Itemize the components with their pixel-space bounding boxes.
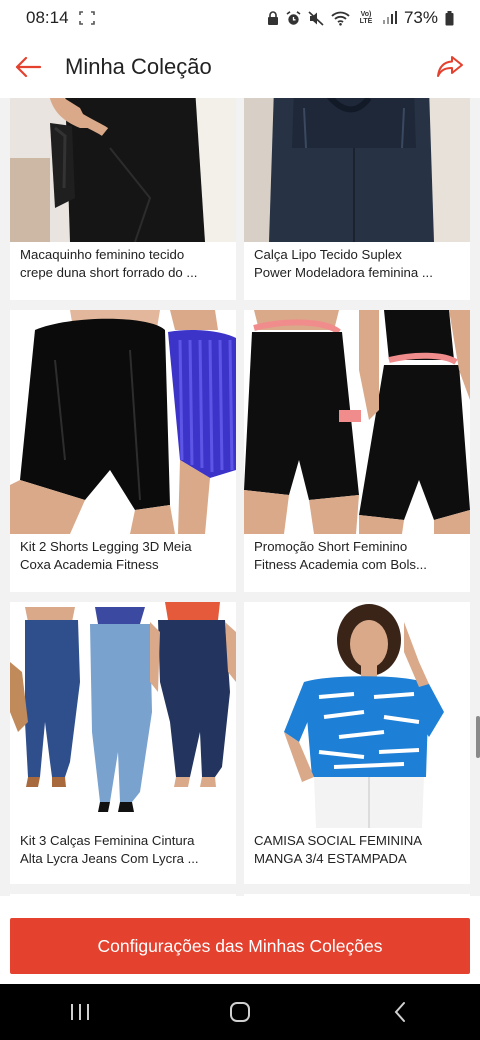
home-icon xyxy=(230,1002,250,1022)
bottom-action-area: Configurações das Minhas Coleções xyxy=(0,896,480,984)
product-title-line2: MANGA 3/4 ESTAMPADA xyxy=(254,851,407,866)
signal-icon xyxy=(382,11,397,24)
product-card[interactable]: CAMISA SOCIAL FEMININA MANGA 3/4 ESTAMPA… xyxy=(244,602,470,884)
product-title: Kit 3 Calças Feminina Cintura Alta Lycra… xyxy=(20,832,228,868)
lock-icon xyxy=(267,10,278,25)
product-card[interactable]: Kit 2 Shorts Legging 3D Meia Coxa Academ… xyxy=(10,310,236,592)
status-bar: 08:14 Vo) LTE 73% xyxy=(0,0,480,36)
page-title: Minha Coleção xyxy=(65,54,212,79)
battery-percent: 73% xyxy=(403,8,438,27)
product-title-line2: Alta Lycra Jeans Com Lycra ... xyxy=(20,851,199,866)
recent-apps-button[interactable] xyxy=(40,984,120,1040)
back-button[interactable] xyxy=(0,36,56,98)
product-title: Macaquinho feminino tecido crepe duna sh… xyxy=(20,246,228,282)
product-title: Calça Lipo Tecido Suplex Power Modelador… xyxy=(254,246,462,282)
product-title: CAMISA SOCIAL FEMININA MANGA 3/4 ESTAMPA… xyxy=(254,832,462,868)
product-title-line1: CAMISA SOCIAL FEMININA xyxy=(254,833,423,848)
product-card[interactable]: Kit 3 Calças Feminina Cintura Alta Lycra… xyxy=(10,602,236,884)
product-title: Kit 2 Shorts Legging 3D Meia Coxa Academ… xyxy=(20,538,228,574)
product-title-line1: Macaquinho feminino tecido xyxy=(20,247,185,262)
product-card[interactable]: Macaquinho feminino tecido crepe duna sh… xyxy=(10,98,236,300)
recent-apps-icon xyxy=(71,1004,89,1020)
app-header: Minha Coleção xyxy=(0,36,480,98)
system-nav-bar xyxy=(0,984,480,1040)
product-image xyxy=(10,98,236,242)
volte-label: Vo) LTE xyxy=(359,11,373,25)
system-back-button[interactable] xyxy=(360,984,440,1040)
product-title-line1: Promoção Short Feminino xyxy=(254,539,408,554)
chevron-left-icon xyxy=(394,1002,405,1022)
product-title-line1: Kit 3 Calças Feminina Cintura xyxy=(20,833,195,848)
share-icon xyxy=(437,56,463,77)
home-button[interactable] xyxy=(200,984,280,1040)
share-button[interactable] xyxy=(420,36,480,98)
product-card[interactable]: Promoção Short Feminino Fitness Academia… xyxy=(244,310,470,592)
product-title-line2: crepe duna short forrado do ... xyxy=(20,265,198,280)
status-icons: Vo) LTE 73% xyxy=(267,8,454,28)
product-image xyxy=(244,602,470,828)
mute-icon xyxy=(308,10,324,26)
product-card[interactable]: Calça Lipo Tecido Suplex Power Modelador… xyxy=(244,98,470,300)
arrow-left-icon xyxy=(15,56,42,78)
wifi-icon xyxy=(331,11,350,26)
product-title: Promoção Short Feminino Fitness Academia… xyxy=(254,538,462,574)
screen: 08:14 Vo) LTE 73% Minha Coleção Macaquin… xyxy=(0,0,480,1040)
battery-icon xyxy=(445,10,454,25)
product-image xyxy=(10,310,236,534)
collection-settings-button[interactable]: Configurações das Minhas Coleções xyxy=(10,918,470,974)
collection-grid[interactable]: Macaquinho feminino tecido crepe duna sh… xyxy=(0,98,480,896)
product-title-line1: Kit 2 Shorts Legging 3D Meia xyxy=(20,539,192,554)
product-title-line1: Calça Lipo Tecido Suplex xyxy=(254,247,402,262)
product-image xyxy=(244,310,470,534)
alarm-icon xyxy=(286,10,301,25)
product-title-line2: Fitness Academia com Bols... xyxy=(254,557,427,572)
status-left: 08:14 xyxy=(26,8,95,28)
product-title-line2: Power Modeladora feminina ... xyxy=(254,265,433,280)
product-title-line2: Coxa Academia Fitness xyxy=(20,557,159,572)
scrollbar-thumb[interactable] xyxy=(476,716,480,758)
product-image xyxy=(244,98,470,242)
product-image xyxy=(10,602,236,828)
status-time: 08:14 xyxy=(26,8,69,27)
screenshot-icon xyxy=(78,11,95,25)
